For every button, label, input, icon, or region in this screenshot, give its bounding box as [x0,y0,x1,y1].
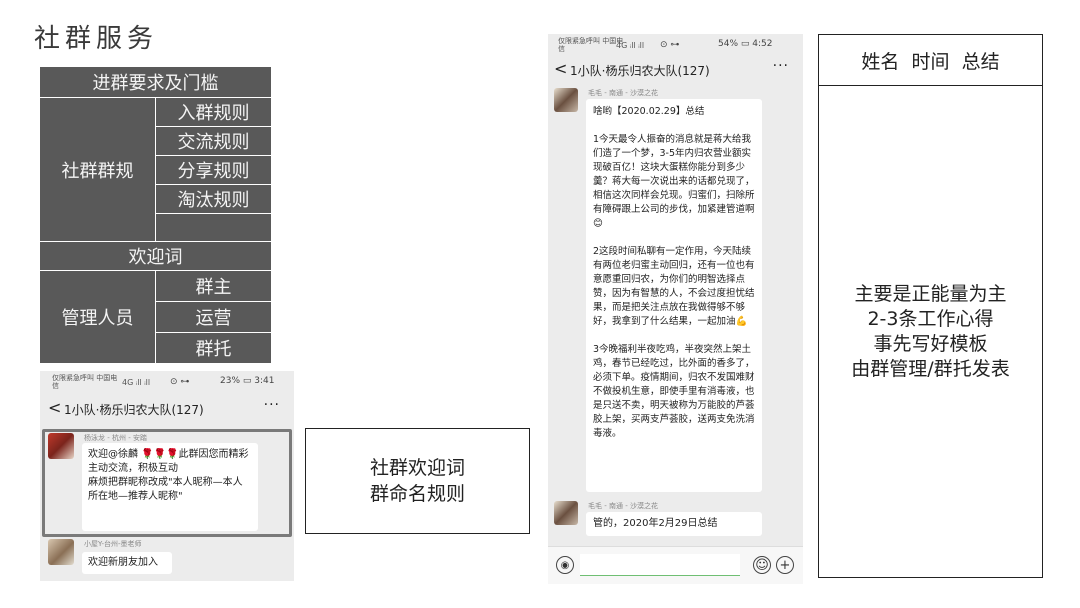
message-bubble: 管的，2020年2月29日总结 [586,512,762,536]
summary-point-3: 3今晚福利半夜吃鸡，半夜突然上架土鸡，春节已经吃过，比外面的香多了，必须下单。疫… [593,344,755,439]
chat-title: 1小队·杨乐归农大队(127) [570,64,710,78]
welcome-message-bubble: 欢迎@徐麟 🌹🌹🌹此群因您而精彩 主动交流，积极互动 麻烦把群昵称改成"本人昵称… [82,443,258,531]
summary-header: 姓名 时间 总结 [819,35,1042,86]
rule-empty [156,214,271,241]
summary-guide-table: 姓名 时间 总结 主要是正能量为主 2-3条工作心得 事先写好模板 由群管理/群… [818,34,1043,578]
staff-owner: 群主 [195,277,232,298]
status-bar: 仅限紧急呼叫 中国电信 4G ᵢll ᵢll ⊙ ⊶ 23% ▭ 3:41 [40,371,294,393]
rule-elimination: 淘汰规则 [177,190,250,211]
avatar [48,539,74,565]
more-icon[interactable]: ··· [264,397,280,413]
sender-name: 小屋Y-台州-墨老师 [84,540,142,548]
summary-line: 由群管理/群托发表 [851,358,1010,380]
welcome-row: 欢迎词 [128,247,183,268]
rules-header: 进群要求及门槛 [92,73,219,94]
summary-body: 主要是正能量为主 2-3条工作心得 事先写好模板 由群管理/群托发表 [819,87,1042,577]
back-icon[interactable]: < [48,398,61,417]
staff-operations: 运营 [195,308,232,329]
box-line: 群命名规则 [369,483,465,505]
status-icons: ⊙ ⊶ [660,40,680,50]
welcome-rules-box: 社群欢迎词 群命名规则 [305,428,530,534]
group-rules-label: 社群群规 [61,160,134,182]
avatar [48,433,74,459]
rule-sharing: 分享规则 [177,161,250,182]
page-title: 社群服务 [34,24,159,54]
more-icon[interactable]: ··· [773,58,789,74]
summary-line: 2-3条工作心得 [867,308,994,330]
avatar [554,88,578,112]
chat-input-bar: ◉ ☺ + [548,546,803,584]
plus-icon[interactable]: + [776,556,794,574]
carrier-text: 仅限紧急呼叫 中国电信 [52,374,118,390]
battery-time: 23% ▭ 3:41 [220,376,275,386]
summary-line: 事先写好模板 [873,333,988,355]
summary-point-2: 2这段时间私聊有一定作用，今天陆续有两位老归蜜主动回归，还有一位也有意愿重回归农… [593,246,755,327]
back-icon[interactable]: < [554,59,567,78]
status-bar: 仅限紧急呼叫 中国电信 4G ᵢll ᵢll ⊙ ⊶ 54% ▭ 4:52 [548,34,803,56]
sender-name: 杨泳龙 - 杭州 - 安踏 [84,434,147,442]
signal-icon: 4G ᵢll ᵢll [122,378,151,387]
chat-navbar: < 1小队·杨乐归农大队(127) ··· [548,56,803,82]
sender-name: 毛毛 - 南通 - 沙漠之花 [588,89,658,97]
staff-label: 管理人员 [61,308,134,329]
voice-icon[interactable]: ◉ [556,556,574,574]
rule-join: 入群规则 [177,103,250,124]
rule-communication: 交流规则 [177,132,250,153]
community-rules-table: 进群要求及门槛 社群群规 入群规则 交流规则 分享规则 淘汰规则 欢迎词 管理人… [40,67,271,363]
summary-chat-screenshot: 仅限紧急呼叫 中国电信 4G ᵢll ᵢll ⊙ ⊶ 54% ▭ 4:52 < … [548,34,803,584]
summary-line: 主要是正能量为主 [854,283,1007,305]
summary-point-1: 1今天最令人振奋的消息就是蒋大给我们造了一个梦，3-5年内归农营业额实现破百亿！… [593,134,755,229]
summary-message-bubble: 啥哟【2020.02.29】总结 1今天最令人振奋的消息就是蒋大给我们造了一个梦… [586,99,762,492]
box-line: 社群欢迎词 [369,457,465,479]
sender-name: 毛毛 - 南通 - 沙漠之花 [588,502,658,510]
message-input[interactable] [580,554,740,576]
status-icons: ⊙ ⊶ [170,377,190,387]
message-bubble: 欢迎新朋友加入 [82,552,172,574]
staff-helper: 群托 [195,339,232,360]
emoji-icon[interactable]: ☺ [753,556,771,574]
welcome-chat-screenshot: 仅限紧急呼叫 中国电信 4G ᵢll ᵢll ⊙ ⊶ 23% ▭ 3:41 < … [40,371,294,581]
battery-time: 54% ▭ 4:52 [718,39,773,49]
avatar [554,501,578,525]
summary-title: 啥哟【2020.02.29】总结 [593,106,705,117]
chat-title: 1小队·杨乐归农大队(127) [64,403,204,417]
chat-navbar: < 1小队·杨乐归农大队(127) ··· [40,395,294,421]
signal-icon: 4G ᵢll ᵢll [616,41,645,50]
